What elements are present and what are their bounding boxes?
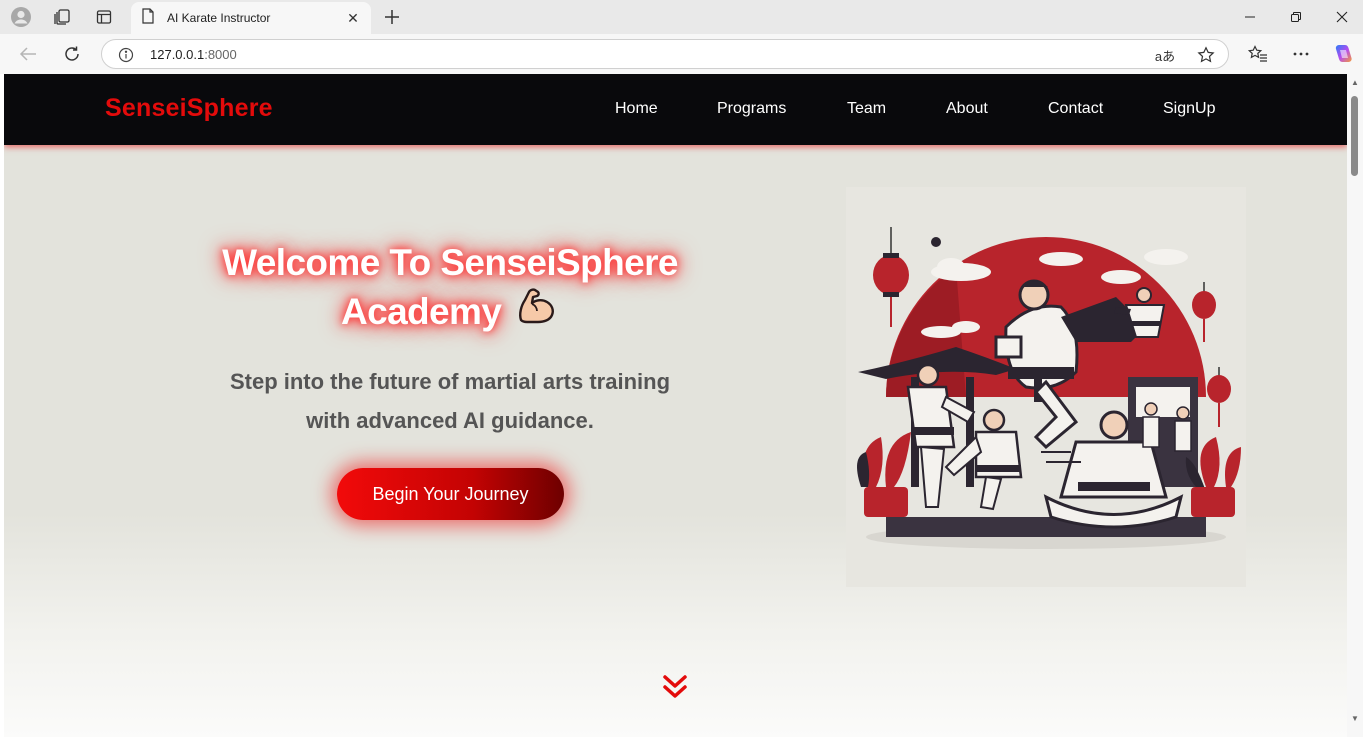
brand-logo[interactable]: SenseiSphere — [105, 94, 273, 123]
tab-actions-icon[interactable] — [91, 5, 117, 29]
copilot-icon[interactable] — [1330, 42, 1356, 66]
page-icon — [141, 7, 155, 29]
back-icon[interactable] — [15, 42, 41, 66]
url-field[interactable]: 127.0.0.1:8000 aあ — [101, 39, 1229, 69]
favorite-icon[interactable] — [1195, 45, 1217, 65]
tab-title: AI Karate Instructor — [167, 11, 271, 25]
read-aloud-icon[interactable]: aあ — [1154, 45, 1176, 65]
profile-icon[interactable] — [8, 5, 34, 29]
nav-link-about[interactable]: About — [946, 100, 988, 118]
page-viewport: SenseiSphere Home Programs Team About Co… — [4, 74, 1347, 737]
hero-title-line2: Academy — [340, 291, 502, 332]
scroll-down-arrow-icon[interactable]: ▼ — [1350, 714, 1360, 724]
more-icon[interactable] — [1288, 42, 1314, 66]
address-bar: 127.0.0.1:8000 aあ — [0, 34, 1363, 74]
close-icon[interactable]: ✕ — [345, 10, 361, 27]
browser-tab-bar: AI Karate Instructor ✕ — [0, 0, 1363, 34]
favorites-icon[interactable] — [1245, 42, 1271, 66]
hero-title-line1: Welcome To SenseiSphere — [222, 242, 678, 283]
flexed-biceps-icon — [515, 286, 559, 339]
close-window-icon[interactable] — [1319, 4, 1363, 30]
restore-icon[interactable] — [1273, 4, 1319, 30]
nav-link-team[interactable]: Team — [847, 100, 886, 118]
url-text: 127.0.0.1:8000 — [150, 47, 237, 62]
karate-dojo-illustration — [846, 187, 1246, 587]
hero-subtitle: Step into the future of martial arts tra… — [200, 362, 700, 440]
scroll-up-icon[interactable]: ▲ — [1350, 78, 1360, 88]
nav-link-home[interactable]: Home — [615, 100, 658, 118]
hero-title: Welcome To SenseiSphere Academy — [200, 240, 700, 339]
collections-icon[interactable] — [49, 5, 75, 29]
double-chevron-down-icon[interactable] — [660, 672, 690, 702]
scroll-thumb[interactable] — [1351, 96, 1358, 176]
hero-subtitle-line1: Step into the future of martial arts tra… — [229, 369, 671, 394]
page-scrollbar[interactable]: ▲ ▼ — [1347, 74, 1363, 737]
nav-link-contact[interactable]: Contact — [1048, 100, 1103, 118]
minimize-icon[interactable] — [1227, 4, 1273, 30]
hero-subtitle-line2: with advanced AI guidance. — [306, 408, 594, 433]
nav-link-programs[interactable]: Programs — [717, 100, 786, 118]
browser-tab[interactable]: AI Karate Instructor ✕ — [131, 2, 371, 34]
site-navbar: SenseiSphere Home Programs Team About Co… — [4, 74, 1347, 145]
info-icon[interactable] — [118, 47, 134, 63]
new-tab-icon[interactable] — [379, 5, 405, 29]
nav-link-signup[interactable]: SignUp — [1163, 100, 1215, 118]
refresh-icon[interactable] — [59, 42, 85, 66]
begin-journey-button[interactable]: Begin Your Journey — [337, 468, 564, 520]
